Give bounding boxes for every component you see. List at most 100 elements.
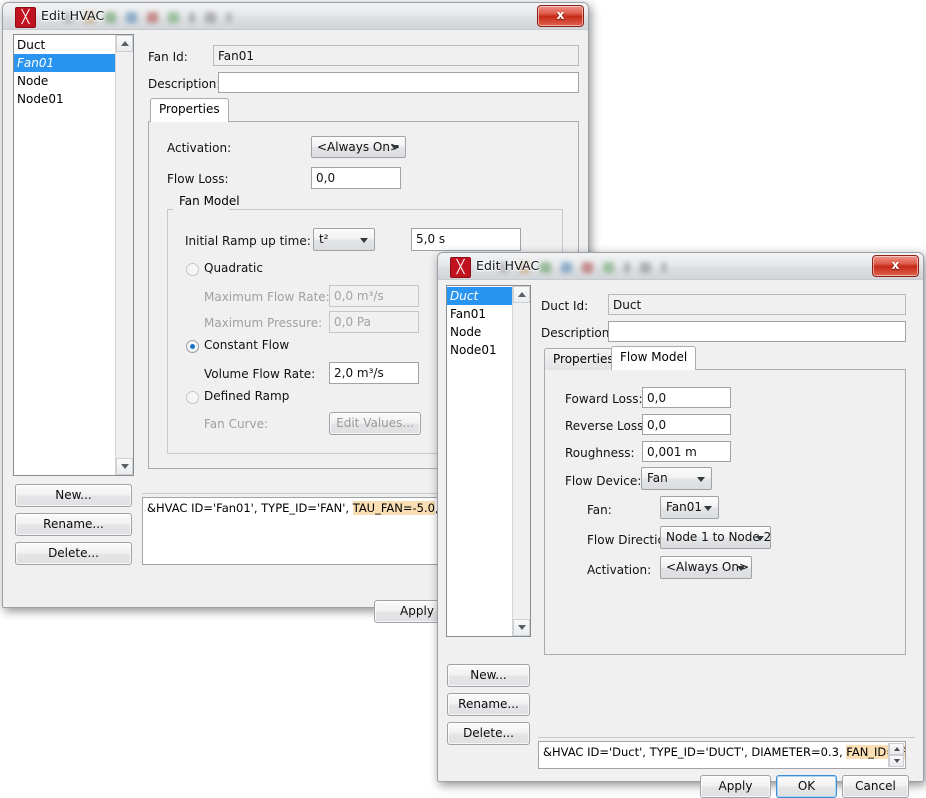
window1-quadratic-radio[interactable] (186, 263, 199, 276)
window2-code-preview[interactable]: &HVAC ID='Duct', TYPE_ID='DUCT', DIAMETE… (538, 741, 906, 769)
window2-description-label: Description: (541, 326, 614, 340)
window1-activation-label: Activation: (167, 141, 232, 155)
window1-max-pressure-label: Maximum Pressure: (204, 316, 323, 330)
window1-ramp-type-value: t² (319, 232, 329, 246)
chevron-down-icon (704, 505, 712, 511)
window2-fan-combo[interactable]: Fan01 (660, 496, 719, 519)
chevron-down-icon (360, 237, 368, 243)
window2-cancel-button[interactable]: Cancel (842, 775, 909, 798)
window2-list-scrollbar[interactable] (512, 286, 530, 636)
window2-code-scroll-spinner[interactable] (888, 743, 904, 767)
window2-roughness-field[interactable]: 0,001 m (642, 441, 731, 462)
window1-fan-curve-label: Fan Curve: (204, 417, 269, 431)
window1-fan-model-legend: Fan Model (175, 194, 244, 208)
window2-duct-id-field[interactable]: Duct (608, 294, 906, 315)
window1-new-button[interactable]: New... (15, 484, 132, 507)
window1-constant-flow-label: Constant Flow (204, 338, 290, 352)
window2-title: Edit HVAC (476, 258, 540, 273)
window1-flow-loss-field[interactable]: 0,0 (311, 167, 401, 189)
window2-client-area: Duct Fan01 Node Node01 New... Rename... … (438, 279, 923, 798)
window2-fan-value: Fan01 (666, 500, 703, 514)
window2-reverse-loss-label: Reverse Loss: (565, 419, 648, 433)
scroll-up-icon[interactable] (889, 743, 904, 755)
window1-list-scrollbar[interactable] (115, 35, 133, 475)
window1-activation-combo[interactable]: <Always On> (311, 136, 406, 158)
window1-edit-values-button[interactable]: Edit Values... (329, 412, 421, 435)
list-item[interactable]: Fan01 (447, 305, 513, 323)
window2-code-prefix: &HVAC ID='Duct', TYPE_ID='DUCT', DIAMETE… (543, 745, 847, 759)
window2-foward-loss-label: Foward Loss: (565, 392, 643, 406)
window1-max-flow-rate-field[interactable]: 0,0 m³/s (329, 285, 419, 307)
window1-tabstrip: Properties (148, 98, 579, 122)
window2-foward-loss-field[interactable]: 0,0 (642, 387, 731, 408)
window1-item-list-items: Duct Fan01 Node Node01 (14, 35, 116, 475)
window2-delete-button[interactable]: Delete... (447, 722, 530, 745)
window1-constant-flow-radio[interactable] (186, 340, 199, 353)
list-item-selected[interactable]: Duct (447, 287, 513, 305)
window1-volume-flow-rate-label: Volume Flow Rate: (204, 367, 316, 381)
window2-flow-direction-combo[interactable]: Node 1 to Node 2 (660, 526, 771, 549)
window1-rename-button[interactable]: Rename... (15, 513, 132, 536)
window1-code-highlight: TAU_FAN=-5.0 (352, 501, 435, 515)
window1-ramp-label: Initial Ramp up time: (185, 234, 311, 248)
window2-duct-id-label: Duct Id: (541, 299, 589, 313)
window1-close-button[interactable]: x (537, 5, 584, 27)
chevron-down-icon (697, 476, 705, 482)
list-item[interactable]: Node (14, 72, 116, 90)
window1-quadratic-label: Quadratic (204, 261, 263, 275)
window1-fan-id-label: Fan Id: (148, 50, 188, 64)
window1-ramp-time-field[interactable]: 5,0 s (411, 228, 521, 251)
window1-delete-button[interactable]: Delete... (15, 542, 132, 565)
window2-activation-combo[interactable]: <Always On> (660, 556, 752, 579)
window2-flow-device-value: Fan (647, 471, 668, 485)
window1-fan-id-field[interactable]: Fan01 (213, 45, 579, 66)
list-item[interactable]: Node01 (447, 341, 513, 359)
window2-ok-button[interactable]: OK (776, 775, 837, 798)
chevron-down-icon (737, 565, 745, 571)
list-item[interactable]: Node (447, 323, 513, 341)
edit-hvac-window-duct[interactable]: ╳ Edit HVAC x Duct Fan01 Node Node01 New… (437, 252, 924, 798)
scroll-up-icon[interactable] (116, 35, 133, 52)
window1-ramp-type-combo[interactable]: t² (313, 228, 375, 251)
window2-tabstrip: Properties Flow Model (544, 346, 906, 370)
scroll-down-icon[interactable] (513, 619, 530, 636)
window2-description-field[interactable] (608, 321, 906, 342)
window2-flow-device-label: Flow Device: (565, 474, 642, 488)
hvac-app-icon: ╳ (15, 7, 36, 28)
list-item[interactable]: Node01 (14, 90, 116, 108)
window1-activation-value: <Always On> (317, 140, 401, 154)
window1-defined-ramp-label: Defined Ramp (204, 389, 290, 403)
list-item-selected[interactable]: Fan01 (14, 54, 116, 72)
window1-description-field[interactable] (218, 72, 579, 93)
window1-volume-flow-rate-field[interactable]: 2,0 m³/s (329, 362, 419, 384)
window2-fan-label: Fan: (587, 503, 612, 517)
scroll-down-icon[interactable] (889, 755, 904, 767)
window2-apply-button[interactable]: Apply (700, 775, 771, 798)
window1-item-list[interactable]: Duct Fan01 Node Node01 (13, 34, 134, 476)
window2-flow-device-combo[interactable]: Fan (641, 467, 712, 490)
scroll-down-icon[interactable] (116, 458, 133, 475)
window1-blurred-toolbar-bleed (63, 10, 518, 24)
window2-blurred-toolbar-bleed (498, 260, 853, 274)
list-item[interactable]: Duct (14, 36, 116, 54)
window2-new-button[interactable]: New... (447, 664, 530, 687)
window2-item-list[interactable]: Duct Fan01 Node Node01 (446, 285, 531, 637)
window2-item-list-items: Duct Fan01 Node Node01 (447, 286, 513, 636)
tab-flow-model[interactable]: Flow Model (611, 346, 697, 370)
window1-defined-ramp-radio[interactable] (186, 391, 199, 404)
window2-reverse-loss-field[interactable]: 0,0 (642, 414, 731, 435)
window1-title: Edit HVAC (41, 8, 105, 23)
scroll-up-icon[interactable] (513, 286, 530, 303)
window1-description-label: Description: (148, 77, 221, 91)
window1-max-flow-rate-label: Maximum Flow Rate: (204, 290, 330, 304)
chevron-down-icon (756, 535, 764, 541)
chevron-down-icon (391, 145, 399, 150)
window2-titlebar[interactable]: ╳ Edit HVAC x (438, 253, 923, 279)
window2-activation-label: Activation: (587, 563, 652, 577)
window1-max-pressure-field[interactable]: 0,0 Pa (329, 311, 419, 333)
tab-properties[interactable]: Properties (150, 98, 229, 122)
window2-rename-button[interactable]: Rename... (447, 693, 530, 716)
window2-close-button[interactable]: x (872, 255, 919, 277)
window1-flow-loss-label: Flow Loss: (167, 172, 229, 186)
window1-titlebar[interactable]: ╳ Edit HVAC x (3, 3, 588, 29)
